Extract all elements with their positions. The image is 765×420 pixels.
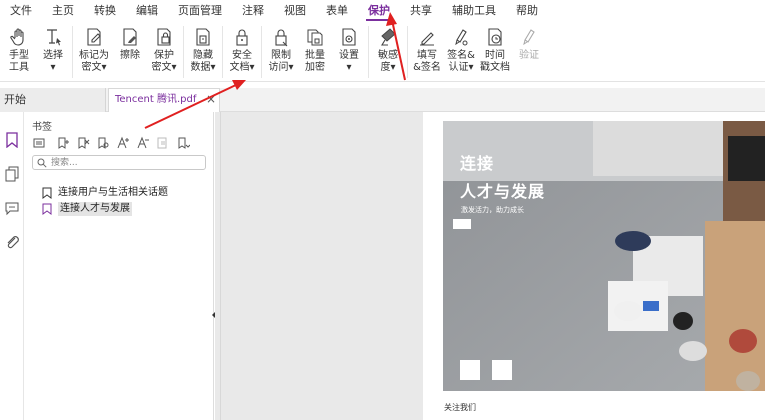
ribbon-separator xyxy=(72,26,73,78)
viewport-divider xyxy=(220,112,221,420)
menu-protect[interactable]: 保护 xyxy=(358,0,400,22)
hide-data-label: 隐藏 数据▾ xyxy=(190,50,216,73)
bookmark-export-icon[interactable] xyxy=(156,136,170,150)
add-bookmark-icon[interactable] xyxy=(56,136,70,150)
select-label: 选择 ▾ xyxy=(43,50,63,73)
expand-text-icon[interactable] xyxy=(116,136,130,150)
bookmark-label: 连接人才与发展 xyxy=(58,202,132,216)
settings-label: 设置 ▾ xyxy=(339,50,359,73)
menu-bar: 文件 主页 转换 编辑 页面管理 注释 视图 表单 保护 共享 辅助工具 帮助 xyxy=(0,0,765,22)
sensitivity-icon xyxy=(381,28,396,46)
menu-help[interactable]: 帮助 xyxy=(506,0,548,22)
menu-share[interactable]: 共享 xyxy=(400,0,442,22)
ribbon-separator xyxy=(368,26,369,78)
ribbon-separator xyxy=(222,26,223,78)
lock-document-icon xyxy=(236,29,248,46)
tab-start[interactable]: 开始 xyxy=(0,88,106,112)
cover-title-line2: 人才与发展 xyxy=(460,182,546,201)
sign-certify-label: 签名& 认证▾ xyxy=(447,50,475,73)
panel-title: 书签 xyxy=(32,122,52,133)
bookmark-options-icon[interactable] xyxy=(32,136,46,150)
timestamp-label: 时间 戳文档 xyxy=(480,50,510,73)
menu-accessibility[interactable]: 辅助工具 xyxy=(442,0,506,22)
menu-home[interactable]: 主页 xyxy=(42,0,84,22)
verify-icon xyxy=(523,29,535,46)
sign-certify-icon xyxy=(455,29,468,46)
secure-document-label: 安全 文档▾ xyxy=(229,50,255,73)
fill-sign-label: 填写 &签名 xyxy=(413,50,441,73)
bookmark-icon xyxy=(42,187,52,199)
mark-redaction-button[interactable]: 标记为 密文▾ xyxy=(75,22,113,74)
eraser-icon xyxy=(123,28,137,46)
fill-sign-button[interactable]: 填写 &签名 xyxy=(410,22,444,74)
menu-file[interactable]: 文件 xyxy=(0,0,42,22)
fill-sign-icon xyxy=(420,32,434,46)
batch-encrypt-icon xyxy=(307,29,323,46)
delete-bookmark-icon[interactable] xyxy=(76,136,90,150)
select-button[interactable]: 选择 ▾ xyxy=(36,22,70,74)
protect-redaction-label: 保护 密文▾ xyxy=(151,50,177,73)
sensitivity-button[interactable]: 敏感 度▾ xyxy=(371,22,405,74)
hand-tool-label: 手型 工具 xyxy=(9,50,29,73)
menu-convert[interactable]: 转换 xyxy=(84,0,126,22)
text-select-icon xyxy=(47,29,61,46)
tab-document[interactable]: Tencent 腾讯.pdf xyxy=(108,88,220,112)
bookmark-label: 连接用户与生活相关话题 xyxy=(58,187,168,198)
ribbon-separator xyxy=(183,26,184,78)
page-footer-text: 关注我们 xyxy=(444,403,476,412)
mark-redaction-label: 标记为 密文▾ xyxy=(79,50,109,73)
attachment-panel-icon[interactable] xyxy=(4,234,20,250)
bookmark-icon xyxy=(42,203,52,215)
hand-icon xyxy=(10,28,24,46)
find-bookmark-icon[interactable] xyxy=(96,136,110,150)
cover-subtitle: 激发活力，助力成长 xyxy=(461,206,524,214)
bookmark-search-input[interactable]: 搜索... xyxy=(32,155,206,170)
left-icon-rail xyxy=(0,112,24,420)
ribbon-separator xyxy=(407,26,408,78)
ribbon-separator xyxy=(261,26,262,78)
restrict-access-button[interactable]: 限制 访问▾ xyxy=(264,22,298,74)
qr-placeholder-left xyxy=(460,360,480,380)
settings-button[interactable]: 设置 ▾ xyxy=(332,22,366,74)
menu-form[interactable]: 表单 xyxy=(316,0,358,22)
sign-certify-button[interactable]: 签名& 认证▾ xyxy=(444,22,478,74)
cover-title-line1: 连接 xyxy=(460,154,495,173)
hide-data-button[interactable]: 隐藏 数据▾ xyxy=(186,22,220,74)
timestamp-icon xyxy=(488,28,502,46)
protect-redaction-button[interactable]: 保护 密文▾ xyxy=(147,22,181,74)
bookmark-panel-icon[interactable] xyxy=(4,132,20,148)
timestamp-button[interactable]: 时间 戳文档 xyxy=(478,22,512,74)
hand-tool-button[interactable]: 手型 工具 xyxy=(2,22,36,74)
bookmark-panel: 书签 搜索... 连接用户与生活相关话题 连接人才与发展 xyxy=(24,112,214,420)
menu-page-management[interactable]: 页面管理 xyxy=(168,0,232,22)
comments-panel-icon[interactable] xyxy=(4,200,20,216)
secure-document-button[interactable]: 安全 文档▾ xyxy=(225,22,259,74)
erase-label: 擦除 xyxy=(120,50,140,61)
bookmark-import-icon[interactable] xyxy=(176,136,190,150)
shrink-text-icon[interactable] xyxy=(136,136,150,150)
restrict-access-label: 限制 访问▾ xyxy=(268,50,294,73)
erase-button[interactable]: 擦除 xyxy=(113,22,147,62)
close-tab-icon[interactable]: × xyxy=(206,92,216,106)
pages-panel-icon[interactable] xyxy=(4,166,20,182)
search-icon xyxy=(37,158,47,168)
menu-comment[interactable]: 注释 xyxy=(232,0,274,22)
redact-mark-icon xyxy=(87,28,101,46)
protect-redaction-icon xyxy=(157,28,171,46)
verify-button[interactable]: 验证 xyxy=(512,22,546,62)
qr-placeholder-right xyxy=(492,360,512,380)
restrict-access-icon xyxy=(275,29,288,47)
verify-label: 验证 xyxy=(519,50,539,61)
document-tabs: 开始 Tencent 腾讯.pdf × xyxy=(0,88,765,112)
menu-view[interactable]: 视图 xyxy=(274,0,316,22)
search-placeholder: 搜索... xyxy=(51,158,78,168)
ribbon-toolbar: 手型 工具 选择 ▾ 标记为 密文▾ 擦除 保护 密文▾ 隐藏 数据▾ 安全 文… xyxy=(0,22,765,82)
batch-encrypt-button[interactable]: 批量 加密 xyxy=(298,22,332,74)
menu-edit[interactable]: 编辑 xyxy=(126,0,168,22)
batch-encrypt-label: 批量 加密 xyxy=(305,50,325,73)
hide-data-icon xyxy=(196,28,210,46)
settings-icon xyxy=(342,28,356,46)
sensitivity-label: 敏感 度▾ xyxy=(378,50,398,73)
